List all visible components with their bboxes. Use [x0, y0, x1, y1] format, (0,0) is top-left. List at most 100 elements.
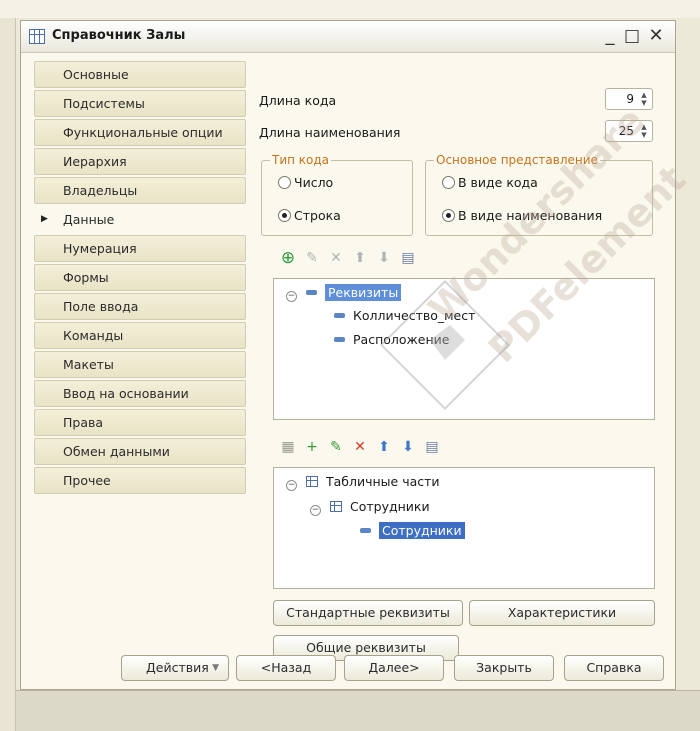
- tab-label: Прочее: [63, 473, 111, 488]
- tab-functional-options[interactable]: Функциональные опции: [34, 119, 246, 146]
- presentation-name-radio[interactable]: В виде наименования: [442, 208, 602, 223]
- sort-list-icon[interactable]: ▤: [423, 437, 441, 457]
- radio-off-icon: [278, 176, 291, 189]
- delete-icon[interactable]: ✕: [327, 248, 345, 268]
- edit-icon[interactable]: ✎: [303, 248, 321, 268]
- radio-on-icon: [278, 209, 291, 222]
- tab-label: Функциональные опции: [63, 125, 223, 140]
- spinner-arrows-icon[interactable]: ▲ ▼: [638, 91, 650, 107]
- sections-tab-list: Основные Подсистемы Функциональные опции…: [34, 61, 246, 496]
- node-label: Колличество_мест: [353, 308, 476, 323]
- collapse-icon[interactable]: −: [286, 291, 297, 302]
- tab-data-exchange[interactable]: Обмен данными: [34, 438, 246, 465]
- tab-label: Иерархия: [63, 154, 127, 169]
- tab-input-field[interactable]: Поле ввода: [34, 293, 246, 320]
- tree-node-tabular-parts[interactable]: − Табличные части: [286, 473, 440, 491]
- sort-list-icon[interactable]: ▤: [399, 248, 417, 268]
- tab-label: Права: [63, 415, 104, 430]
- node-label: Табличные части: [326, 474, 440, 489]
- help-button[interactable]: Справка: [564, 655, 664, 681]
- add-row-icon[interactable]: +: [303, 437, 321, 457]
- tab-data[interactable]: ▶ Данные: [34, 206, 246, 233]
- tab-label: Данные: [63, 212, 115, 227]
- code-type-group: Тип кода Число Строка: [261, 153, 413, 236]
- move-down-icon[interactable]: ⬇: [375, 248, 393, 268]
- tabular-parts-tree[interactable]: − Табличные части − Сотрудники Сотрудники: [273, 467, 655, 589]
- tab-label: Макеты: [63, 357, 114, 372]
- radio-label: Строка: [294, 208, 341, 223]
- presentation-code-radio[interactable]: В виде кода: [442, 175, 538, 190]
- standard-attributes-button[interactable]: Стандартные реквизиты: [273, 600, 463, 626]
- characteristics-button[interactable]: Характеристики: [469, 600, 655, 626]
- add-icon[interactable]: ⊕: [279, 248, 297, 268]
- tab-other[interactable]: Прочее: [34, 467, 246, 494]
- attributes-tree[interactable]: − Реквизиты Колличество_мест Расположение: [273, 278, 655, 420]
- tab-owners[interactable]: Владельцы: [34, 177, 246, 204]
- triangle-right-icon: ▶: [41, 214, 48, 224]
- tab-commands[interactable]: Команды: [34, 322, 246, 349]
- tree-node-seats[interactable]: Колличество_мест: [334, 307, 475, 325]
- code-length-spinner[interactable]: 9 ▲ ▼: [605, 88, 653, 110]
- attribute-icon: [360, 528, 371, 533]
- code-length-label: Длина кода: [259, 93, 337, 108]
- tab-subsystems[interactable]: Подсистемы: [34, 90, 246, 117]
- tab-numbering[interactable]: Нумерация: [34, 235, 246, 262]
- radio-label: В виде наименования: [458, 208, 603, 223]
- data-tab-content: Длина кода 9 ▲ ▼ Длина наименования 25 ▲ ▼…: [233, 59, 669, 661]
- tab-hierarchy[interactable]: Иерархия: [34, 148, 246, 175]
- main-presentation-group: Основное представление В виде кода В вид…: [425, 153, 653, 236]
- tab-label: Нумерация: [63, 241, 137, 256]
- radio-on-icon: [442, 209, 455, 222]
- table-icon: [29, 29, 45, 44]
- move-down-icon[interactable]: ⬇: [399, 437, 417, 457]
- actions-button[interactable]: Действия ▼: [121, 655, 229, 681]
- dropdown-arrow-icon: ▼: [212, 663, 219, 673]
- tab-input-based-on[interactable]: Ввод на основании: [34, 380, 246, 407]
- collapse-icon[interactable]: −: [286, 480, 297, 491]
- move-up-icon[interactable]: ⬆: [375, 437, 393, 457]
- tab-main[interactable]: Основные: [34, 61, 246, 88]
- catalog-window: Справочник Залы _ □ ✕ Основные Подсистем…: [20, 20, 676, 690]
- attribute-icon: [334, 337, 345, 342]
- tab-rights[interactable]: Права: [34, 409, 246, 436]
- tab-label: Основные: [63, 67, 129, 82]
- back-button[interactable]: <Назад: [236, 655, 336, 681]
- tab-forms[interactable]: Формы: [34, 264, 246, 291]
- edit-icon[interactable]: ✎: [327, 437, 345, 457]
- maximize-icon[interactable]: □: [621, 24, 643, 48]
- table-add-icon[interactable]: ▦: [279, 437, 297, 457]
- table-icon: [306, 476, 318, 487]
- code-type-number-radio[interactable]: Число: [278, 175, 333, 190]
- tab-label: Формы: [63, 270, 109, 285]
- delete-icon[interactable]: ✕: [351, 437, 369, 457]
- name-length-spinner[interactable]: 25 ▲ ▼: [605, 120, 653, 142]
- node-label: Расположение: [353, 332, 450, 347]
- actions-label: Действия: [146, 660, 209, 675]
- tree-node-employees-attribute[interactable]: Сотрудники: [360, 522, 465, 540]
- code-length-value: 9: [626, 92, 634, 106]
- tab-templates[interactable]: Макеты: [34, 351, 246, 378]
- tree-node-employees-table[interactable]: − Сотрудники: [310, 498, 430, 516]
- collapse-icon[interactable]: −: [310, 505, 321, 516]
- name-length-label: Длина наименования: [259, 125, 401, 140]
- next-button[interactable]: Далее>: [344, 655, 444, 681]
- tree-node-location[interactable]: Расположение: [334, 331, 449, 349]
- code-type-string-radio[interactable]: Строка: [278, 208, 341, 223]
- node-label: Реквизиты: [325, 284, 402, 301]
- close-button[interactable]: Закрыть: [454, 655, 554, 681]
- tabular-toolbar: ▦ + ✎ ✕ ⬆ ⬇ ▤: [279, 437, 499, 459]
- window-title: Справочник Залы: [52, 28, 186, 43]
- tree-node-attributes[interactable]: − Реквизиты: [286, 284, 402, 302]
- title-bar[interactable]: Справочник Залы _ □ ✕: [21, 21, 675, 53]
- status-area: [16, 690, 700, 731]
- tab-label: Обмен данными: [63, 444, 170, 459]
- name-length-value: 25: [618, 124, 634, 138]
- left-edge-panel: [0, 18, 16, 731]
- minimize-icon[interactable]: _: [599, 24, 621, 48]
- tab-label: Ввод на основании: [63, 386, 189, 401]
- spinner-arrows-icon[interactable]: ▲ ▼: [638, 123, 650, 139]
- close-icon[interactable]: ✕: [645, 24, 667, 48]
- move-up-icon[interactable]: ⬆: [351, 248, 369, 268]
- node-label: Сотрудники: [350, 499, 430, 514]
- attributes-toolbar: ⊕ ✎ ✕ ⬆ ⬇ ▤: [279, 248, 479, 270]
